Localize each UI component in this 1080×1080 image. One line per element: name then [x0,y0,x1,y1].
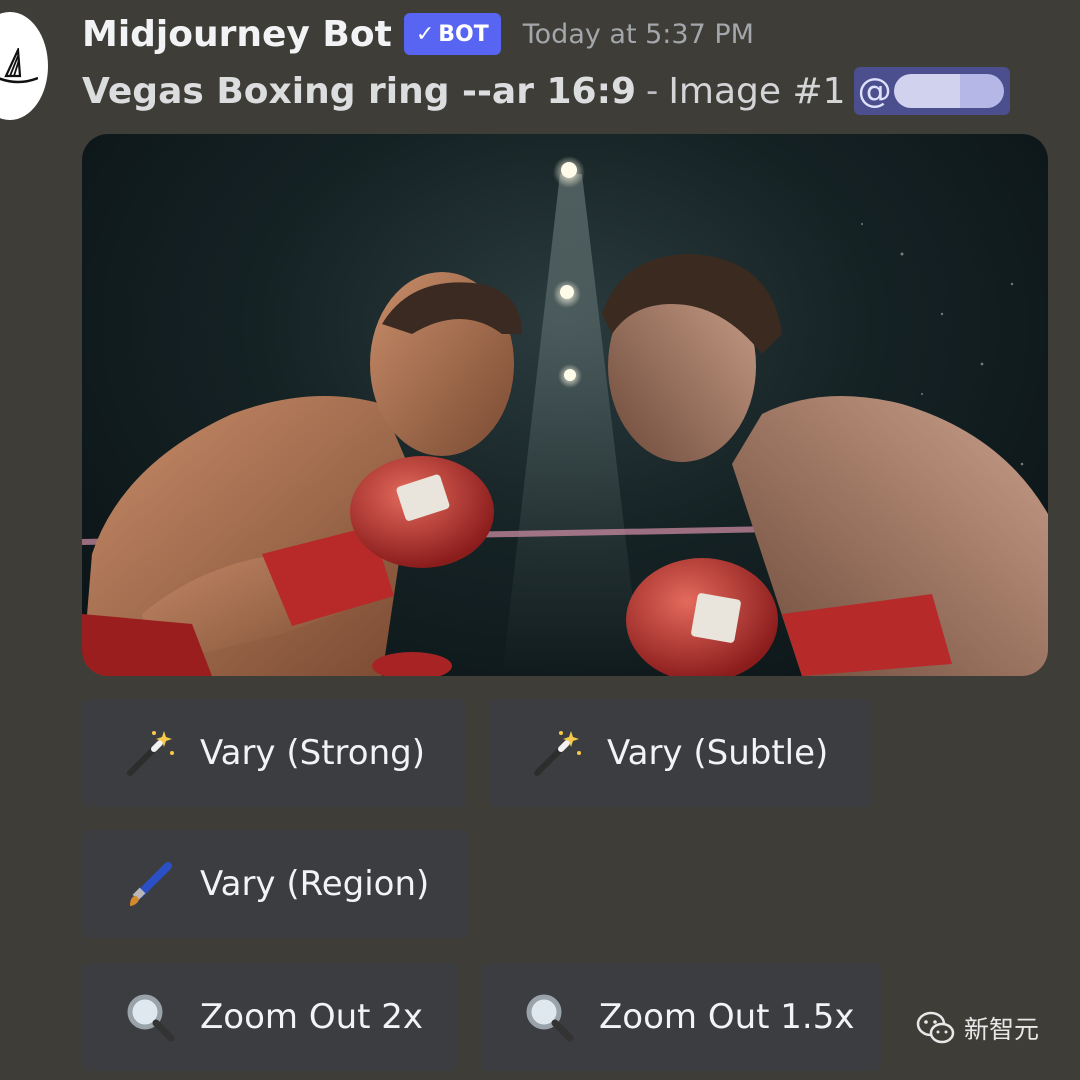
vary-region-label: Vary (Region) [200,864,430,904]
magnifier-icon [124,991,176,1043]
discord-message: Midjourney Bot ✓ BOT Today at 5:37 PM Ve… [0,0,1080,1080]
prompt-line: Vegas Boxing ring --ar 16:9 - Image #1 @ [82,64,1010,118]
vary-strong-label: Vary (Strong) [200,733,425,773]
separator: - [646,71,659,111]
checkmark-icon: ✓ [415,21,435,47]
magnifier-icon [523,991,575,1043]
zoom-out-1-5x-button[interactable]: Zoom Out 1.5x [481,963,881,1071]
vary-subtle-label: Vary (Subtle) [607,733,829,773]
username[interactable]: Midjourney Bot [82,14,392,55]
mention-prefix: @ [857,71,892,111]
magic-wand-icon [531,727,583,779]
vary-subtle-button[interactable]: Vary (Subtle) [489,699,871,807]
magic-wand-icon [124,727,176,779]
paintbrush-icon [124,858,176,910]
zoom-out-2x-label: Zoom Out 2x [200,997,424,1037]
avatar[interactable] [0,12,48,120]
boxing-match-illustration [82,156,1048,676]
wechat-icon [916,1011,955,1044]
bot-badge: ✓ BOT [403,13,501,55]
redacted-username [893,74,1004,108]
vary-strong-button[interactable]: Vary (Strong) [82,699,466,807]
vary-region-button[interactable]: Vary (Region) [82,830,468,938]
sailboat-logo-icon [0,48,38,84]
watermark-text: 新智元 [964,1015,1040,1044]
prompt-text: Vegas Boxing ring --ar 16:9 [82,70,637,112]
message-header: Midjourney Bot ✓ BOT Today at 5:37 PM [82,10,754,58]
image-label: Image #1 [668,70,846,112]
watermark: 新智元 [916,1010,1039,1046]
timestamp: Today at 5:37 PM [522,18,754,50]
user-mention[interactable]: @ [853,67,1010,115]
generated-image[interactable] [82,134,1048,676]
bot-badge-label: BOT [438,21,489,47]
zoom-out-2x-button[interactable]: Zoom Out 2x [82,963,458,1071]
zoom-out-1-5x-label: Zoom Out 1.5x [599,997,855,1037]
